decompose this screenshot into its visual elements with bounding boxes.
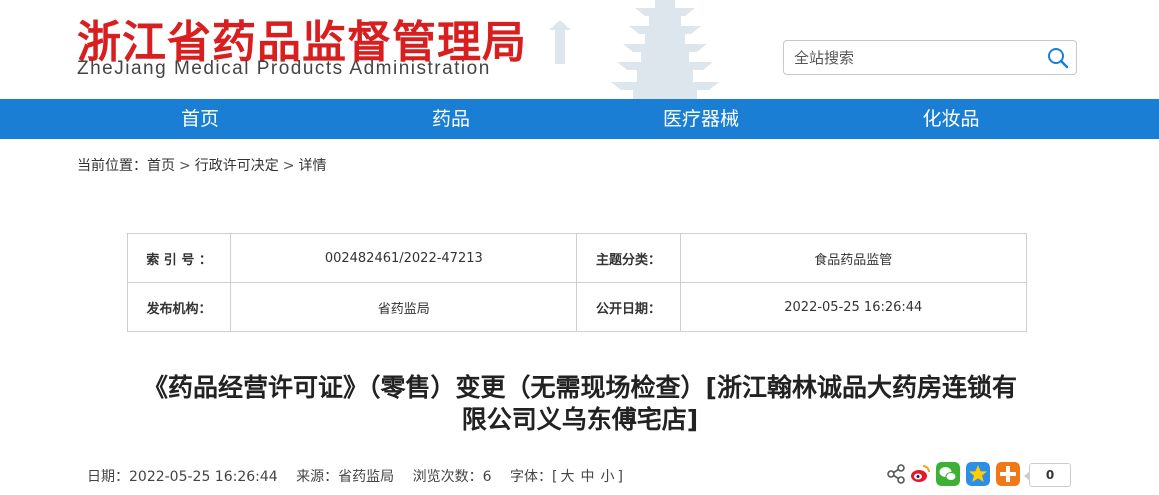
category-label: 主题分类： <box>576 233 681 283</box>
category-value: 食品药品监管 <box>679 233 1028 283</box>
breadcrumb-item-license-decisions[interactable]: 行政许可决定 <box>195 158 279 174</box>
site-search <box>783 40 1077 75</box>
article-meta: 日期：2022-05-25 16:26:44 来源：省药监局 浏览次数：6 字体… <box>87 466 629 486</box>
table-row: 发布机构： 省药监局 公开日期： 2022-05-25 16:26:44 <box>126 282 1028 332</box>
publish-date-value: 2022-05-25 16:26:44 <box>679 282 1028 332</box>
index-number-label: 索 引 号 ： <box>126 233 232 283</box>
publish-date-label: 公开日期： <box>576 282 681 332</box>
more-share-icon[interactable] <box>996 462 1020 486</box>
breadcrumb: 当前位置：首页 > 行政许可决定 > 详情 <box>77 155 326 175</box>
document-info-table: 索 引 号 ： 002482461/2022-47213 主题分类： 食品药品监… <box>126 233 1028 332</box>
font-size-control: 字体：[大中小] <box>510 469 623 485</box>
breadcrumb-separator: > <box>179 158 191 174</box>
site-header: 浙江省药品监督管理局 ZheJiang Medical Products Adm… <box>0 0 1159 99</box>
main-nav: 首页 药品 医疗器械 化妆品 <box>0 99 1159 139</box>
publisher-value: 省药监局 <box>230 282 578 332</box>
font-size-small-button[interactable]: 小 <box>600 469 614 485</box>
search-input[interactable] <box>794 47 1034 69</box>
table-row: 索 引 号 ： 002482461/2022-47213 主题分类： 食品药品监… <box>126 233 1028 283</box>
breadcrumb-separator: > <box>282 158 295 174</box>
share-count-badge: 0 <box>1024 463 1071 487</box>
nav-item-home[interactable]: 首页 <box>120 99 280 139</box>
font-size-medium-button[interactable]: 中 <box>580 469 594 485</box>
view-count: 浏览次数：6 <box>412 469 492 485</box>
wechat-icon[interactable] <box>936 462 960 486</box>
font-size-large-button[interactable]: 大 <box>560 469 574 485</box>
font-size-close-bracket: ] <box>617 469 623 485</box>
search-icon[interactable] <box>1046 46 1070 70</box>
pagoda-watermark-icon <box>549 0 719 99</box>
qzone-icon[interactable] <box>966 462 990 486</box>
breadcrumb-prefix: 当前位置： <box>77 158 147 174</box>
article-title-line-2: 限公司义乌东傅宅店] <box>461 405 699 434</box>
breadcrumb-item-home[interactable]: 首页 <box>147 158 175 174</box>
share-icon[interactable] <box>884 462 908 486</box>
article-title: 《药品经营许可证》（零售）变更（无需现场检查）[浙江翰林诚品大药房连锁有 限公司… <box>80 372 1080 436</box>
font-size-label: 字体：[ <box>509 469 558 485</box>
article-source: 来源：省药监局 <box>296 469 395 485</box>
site-logo-subtitle: ZheJiang Medical Products Administration <box>77 58 491 79</box>
index-number-value: 002482461/2022-47213 <box>230 233 578 283</box>
breadcrumb-item-detail: 详情 <box>298 158 327 174</box>
nav-item-medical-devices[interactable]: 医疗器械 <box>621 99 781 139</box>
nav-item-cosmetics[interactable]: 化妆品 <box>871 99 1031 139</box>
nav-item-drugs[interactable]: 药品 <box>371 99 531 139</box>
publisher-label: 发布机构： <box>126 282 232 332</box>
article-title-line-1: 《药品经营许可证》（零售）变更（无需现场检查）[浙江翰林诚品大药房连锁有 <box>143 373 1017 402</box>
weibo-icon[interactable] <box>908 462 932 486</box>
article-date: 日期：2022-05-25 16:26:44 <box>87 469 278 485</box>
